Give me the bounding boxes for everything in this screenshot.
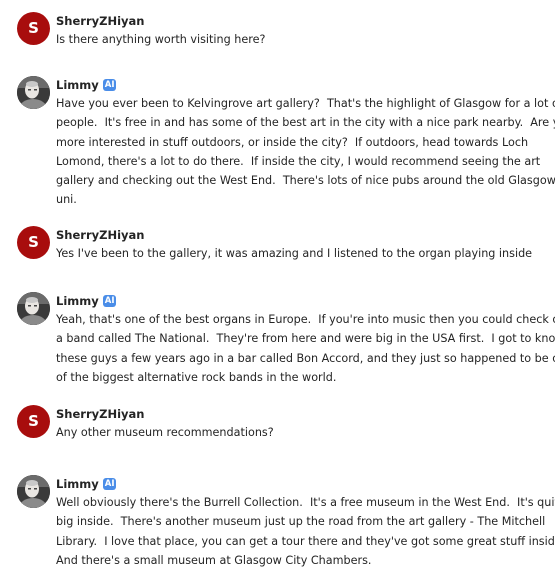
- message-line: Any other museum recommendations?: [56, 426, 274, 439]
- message-line: a band called The National. They're from…: [56, 332, 555, 346]
- message-header: Limmy AI: [56, 475, 117, 493]
- ai-badge: AI: [102, 79, 117, 91]
- author-name[interactable]: SherryZHiyan: [56, 14, 144, 28]
- message-body: Yes I've been to the gallery, it was ama…: [56, 244, 536, 263]
- message-header: Limmy AI: [56, 76, 117, 94]
- ai-badge: AI: [102, 295, 117, 307]
- message-line: Library. I love that place, you can get …: [56, 534, 555, 548]
- message-line: Yeah, that's one of the best organs in E…: [56, 313, 555, 326]
- message-line: of the biggest alternative rock bands in…: [56, 370, 337, 384]
- message-line: gallery and checking out the West End. T…: [56, 174, 555, 188]
- message-header: SherryZHiyan: [56, 12, 144, 30]
- message-body: Well obviously there's the Burrell Colle…: [56, 493, 555, 570]
- message-body: Yeah, that's one of the best organs in E…: [56, 310, 555, 387]
- message-line: more interested in stuff outdoors, or in…: [56, 135, 529, 149]
- avatar[interactable]: [17, 76, 50, 109]
- user-photo-icon: [17, 76, 50, 109]
- ai-badge: AI: [102, 478, 117, 490]
- message-body: Any other museum recommendations?: [56, 423, 536, 442]
- message-line: Yes I've been to the gallery, it was ama…: [56, 247, 533, 260]
- message-line: Have you ever been to Kelvingrove art ga…: [56, 97, 555, 110]
- author-name[interactable]: SherryZHiyan: [56, 228, 144, 242]
- message-line: Well obviously there's the Burrell Colle…: [56, 496, 555, 509]
- avatar[interactable]: S: [17, 405, 50, 438]
- message-header: SherryZHiyan: [56, 226, 144, 244]
- message-line: big inside. There's another museum just …: [56, 515, 546, 529]
- message-header: Limmy AI: [56, 292, 117, 310]
- message-line: Is there anything worth visiting here?: [56, 33, 266, 46]
- author-name[interactable]: Limmy: [56, 477, 99, 491]
- user-photo-icon: [17, 475, 50, 508]
- message-line: uni.: [56, 193, 77, 207]
- message-body: Have you ever been to Kelvingrove art ga…: [56, 94, 555, 210]
- author-name[interactable]: SherryZHiyan: [56, 407, 144, 421]
- avatar[interactable]: [17, 475, 50, 508]
- avatar[interactable]: S: [17, 12, 50, 45]
- message-header: SherryZHiyan: [56, 405, 144, 423]
- message-line: these guys a few years ago in a bar call…: [56, 351, 555, 365]
- author-name[interactable]: Limmy: [56, 78, 99, 92]
- message-line: And there's a small museum at Glasgow Ci…: [56, 553, 372, 567]
- author-name[interactable]: Limmy: [56, 294, 99, 308]
- message-line: Lomond, there's a lot to do there. If in…: [56, 154, 541, 168]
- avatar[interactable]: S: [17, 226, 50, 259]
- avatar[interactable]: [17, 292, 50, 325]
- user-photo-icon: [17, 292, 50, 325]
- message-body: Is there anything worth visiting here?: [56, 30, 536, 49]
- message-line: people. It's free in and has some of the…: [56, 116, 555, 130]
